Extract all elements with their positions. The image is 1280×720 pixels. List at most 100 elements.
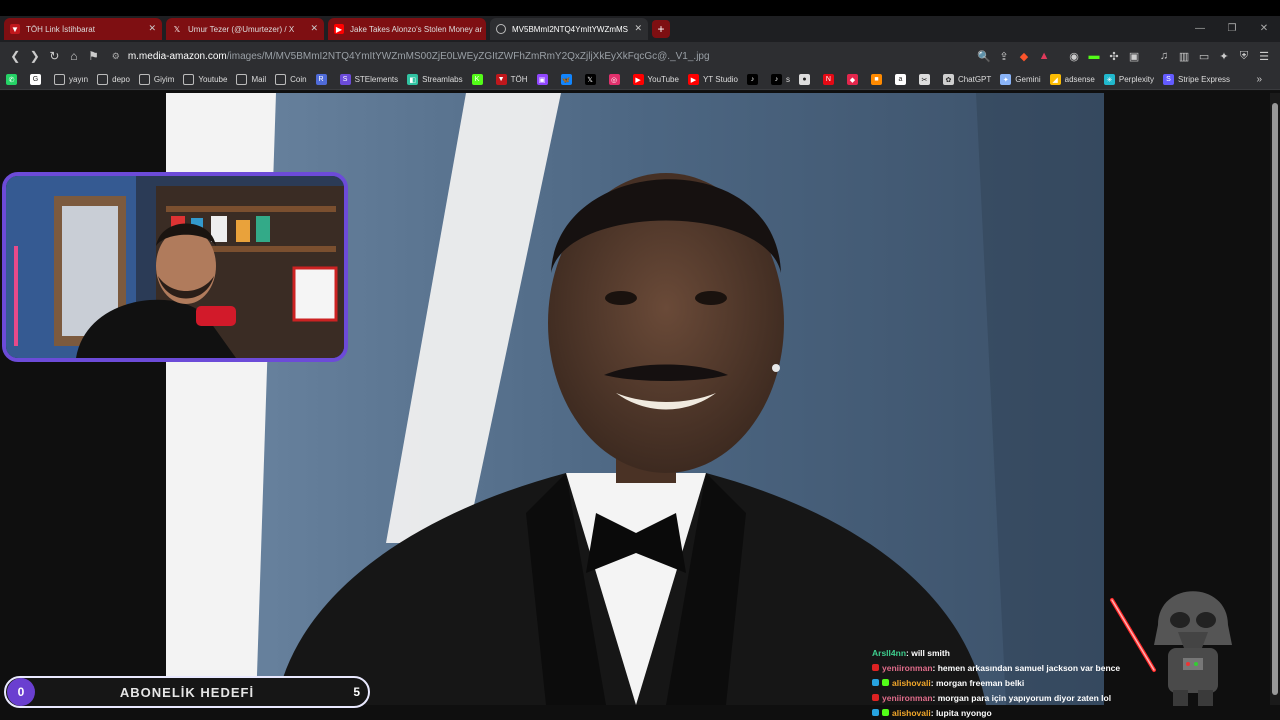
home-icon[interactable]: ⌂	[65, 46, 84, 66]
bookmark-item[interactable]: ▼ TÖH	[495, 74, 528, 85]
bookmark-item[interactable]: ✂	[918, 74, 934, 85]
red-app-icon: ◆	[846, 74, 858, 85]
reload-icon[interactable]: ↻	[45, 46, 64, 66]
bookmark-label: YouTube	[647, 75, 679, 84]
new-tab-button[interactable]: +	[652, 20, 670, 38]
chat-username: Arsll4nn	[872, 647, 907, 658]
bookmark-item[interactable]: K	[471, 74, 487, 85]
window-controls: — ❐ ✕	[1184, 16, 1280, 42]
restore-icon[interactable]: ❐	[1216, 16, 1248, 42]
sidebar-icon[interactable]: ▥	[1174, 46, 1194, 66]
rewards-icon[interactable]: ▲	[1034, 46, 1054, 66]
bookmarks-overflow-icon[interactable]: »	[1256, 74, 1262, 85]
folder-icon: ▭	[138, 74, 150, 85]
tiktok-icon: ♪	[770, 74, 782, 85]
bookmark-item[interactable]: ▭Mail	[236, 74, 266, 85]
bookmark-item[interactable]: ▭ yayın	[54, 74, 88, 85]
site-info-icon[interactable]: ⚙	[112, 51, 120, 62]
amazon-icon: a	[894, 74, 906, 85]
vertical-scrollbar[interactable]	[1270, 93, 1280, 705]
bookmark-label: Mail	[251, 75, 267, 84]
close-window-icon[interactable]: ✕	[1248, 16, 1280, 42]
wallet-icon[interactable]: ▭	[1194, 46, 1214, 66]
tab-youtube[interactable]: ▶ Jake Takes Alonzo's Stolen Money ar	[328, 18, 486, 40]
extension-icon[interactable]: ◉	[1064, 46, 1084, 66]
bookmark-item[interactable]: N	[822, 74, 838, 85]
mod-badge-icon	[882, 709, 889, 716]
bookmark-item[interactable]: ◎	[608, 74, 624, 85]
forward-icon[interactable]: ❯	[26, 46, 45, 66]
url-path: /images/M/MV5BMmI2NTQ4YmItYWZmMS00ZjE0LW…	[226, 50, 710, 62]
toh-icon: ▼	[495, 74, 507, 85]
bookmark-item[interactable]: ▭depo	[97, 74, 130, 85]
r-icon: R	[315, 74, 327, 85]
address-field[interactable]: ⚙ m.media-amazon.com/images/M/MV5BMmI2NT…	[112, 45, 974, 67]
bookmark-item[interactable]: S STElements	[339, 74, 399, 85]
bookmark-item[interactable]: ●	[798, 74, 814, 85]
chatgpt-icon: ✿	[942, 74, 954, 85]
whatsapp-icon: ✆	[6, 74, 17, 85]
bookmark-label: depo	[112, 75, 130, 84]
bookmark-item[interactable]: ♪	[746, 74, 762, 85]
screenshot-icon[interactable]: ▣	[1124, 46, 1144, 66]
bookmark-label: Stripe Express	[1178, 75, 1231, 84]
stripe-icon: S	[1163, 74, 1174, 85]
bookmark-item[interactable]: a	[894, 74, 910, 85]
circle-icon: ●	[798, 74, 810, 85]
bookmark-item[interactable]: ♪ s	[770, 74, 790, 85]
bookmark-label: STElements	[354, 75, 399, 84]
bookmark-item[interactable]: G	[30, 74, 45, 85]
bookmark-item[interactable]: ■	[870, 74, 886, 85]
bookmark-item[interactable]: ◆	[846, 74, 862, 85]
bookmark-item[interactable]: 𝕏	[584, 74, 600, 85]
bookmark-icon[interactable]: ⚑	[84, 46, 103, 66]
capcut-icon: ✂	[918, 74, 930, 85]
close-icon[interactable]: ✕	[310, 23, 318, 34]
bookmark-item[interactable]: ✆	[6, 74, 21, 85]
bookmark-item[interactable]: ▭Youtube	[183, 74, 227, 85]
bookmark-item[interactable]: ✳ Perplexity	[1103, 74, 1154, 85]
vader-figure-icon	[1110, 591, 1232, 706]
x-icon: 𝕏	[584, 74, 596, 85]
zoom-icon[interactable]: 🔍	[974, 46, 994, 66]
brave-shield-icon[interactable]: ◆	[1014, 46, 1034, 66]
close-icon[interactable]: ✕	[148, 23, 156, 34]
bookmark-item[interactable]: S Stripe Express	[1163, 74, 1230, 85]
bookmark-item[interactable]: ▶ YouTube	[632, 74, 679, 85]
menu-icon[interactable]: ☰	[1254, 46, 1274, 66]
puzzle-icon[interactable]: ✣	[1104, 46, 1124, 66]
goal-title: ABONELİK HEDEFİ	[119, 684, 255, 700]
bookmark-label: yayın	[69, 75, 89, 84]
extension-icon[interactable]: ▬	[1084, 46, 1104, 66]
sub-badge-icon	[872, 679, 879, 686]
bookmark-item[interactable]: ✦ Gemini	[1000, 74, 1041, 85]
bookmark-item[interactable]: ◧ Streamlabs	[407, 74, 463, 85]
tab-title: Jake Takes Alonzo's Stolen Money ar	[350, 24, 483, 34]
close-icon[interactable]: ✕	[630, 23, 642, 34]
bookmark-item[interactable]: 🦋	[560, 74, 576, 85]
music-icon[interactable]: ♫	[1154, 46, 1174, 66]
share-icon[interactable]: ⇪	[994, 46, 1014, 66]
bookmark-label: Giyim	[153, 75, 175, 84]
tab-image-active[interactable]: MV5BMmI2NTQ4YmItYWZmMS ✕	[490, 18, 648, 40]
vpn-icon[interactable]: ⛨	[1234, 46, 1254, 66]
bookmark-item[interactable]: ▶ YT Studio	[687, 74, 738, 85]
window-titlebar	[0, 0, 1280, 16]
tab-toh[interactable]: ▼ TÖH Link İstihbarat ✕	[4, 18, 162, 40]
bookmark-item[interactable]: ◢ adsense	[1049, 74, 1095, 85]
folder-icon: ▭	[183, 74, 195, 85]
goal-target-count: 5	[353, 685, 360, 699]
bookmark-item[interactable]: R	[315, 74, 331, 85]
bookmark-item[interactable]: ▭Coin	[275, 74, 307, 85]
chat-username: alishovali	[892, 707, 931, 718]
bookmark-item[interactable]: ✿ ChatGPT	[942, 74, 991, 85]
leo-ai-icon[interactable]: ✦	[1214, 46, 1234, 66]
scrollbar-thumb[interactable]	[1272, 103, 1278, 695]
darth-vader-mascot	[1108, 570, 1248, 710]
tab-strip: ▼ TÖH Link İstihbarat ✕ 𝕏 Umur Tezer (@U…	[0, 16, 1280, 42]
minimize-icon[interactable]: —	[1184, 16, 1216, 42]
bookmark-item[interactable]: ▣	[536, 74, 552, 85]
tab-x-profile[interactable]: 𝕏 Umur Tezer (@Umurtezer) / X ✕	[166, 18, 324, 40]
back-icon[interactable]: ❮	[6, 46, 25, 66]
bookmark-item[interactable]: ▭Giyim	[138, 74, 175, 85]
